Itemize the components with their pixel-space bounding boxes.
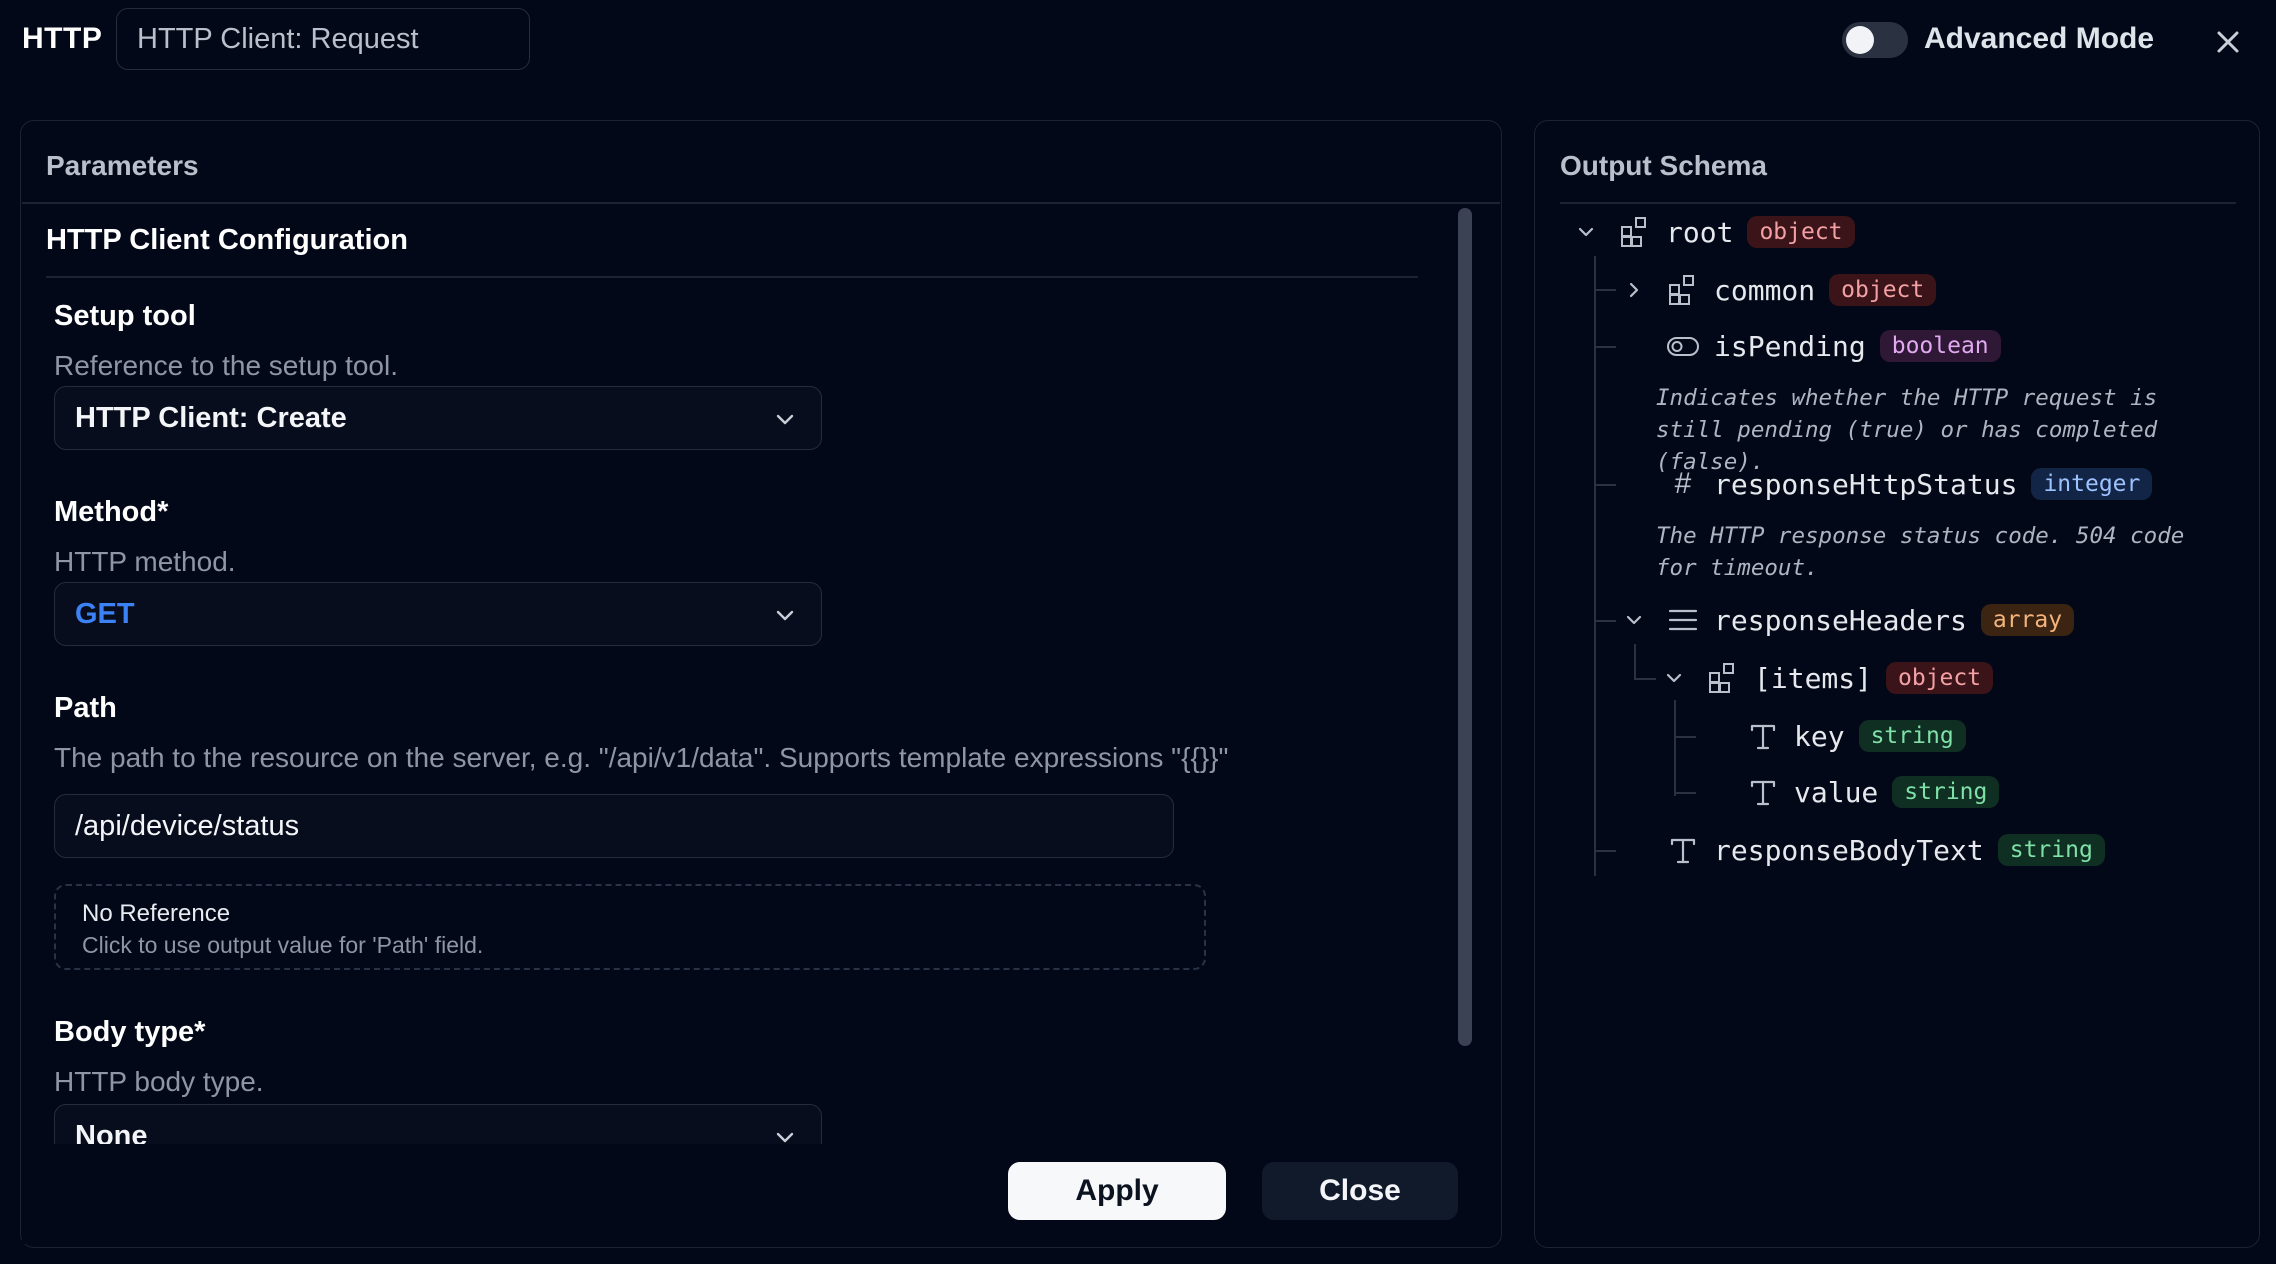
tree-guide [1594,620,1616,622]
node-name-input[interactable] [116,8,530,70]
schema-node-key[interactable]: key string [1746,716,1966,756]
scroll-fade [22,1144,1452,1244]
schema-node-responseheaders[interactable]: responseHeaders array [1622,600,2075,640]
tree-guide [1594,256,1596,876]
node-name: [items] [1754,661,1873,695]
chevron-down-icon[interactable] [1574,220,1598,244]
type-badge: object [1829,274,1937,306]
tree-guide [1674,736,1696,738]
setup-tool-value: HTTP Client: Create [75,402,347,434]
type-badge: string [1997,834,2105,866]
setup-tool-label: Setup tool [54,300,196,332]
divider [46,276,1418,278]
section-title: HTTP Client Configuration [46,224,408,256]
responsehttpstatus-description: The HTTP response status code. 504 code … [1656,523,2185,581]
method-value: GET [75,598,135,630]
type-badge: array [1980,604,2075,636]
node-name: common [1714,273,1816,307]
text-icon [1670,838,1696,864]
parameters-scrollbar[interactable] [1458,208,1472,1046]
tree-guide [1594,346,1616,348]
tree-guide [1594,484,1616,486]
schema-node-responsehttpstatus[interactable]: # responseHttpStatus integer [1666,464,2153,504]
tree-guide [1674,700,1676,796]
body-type-label: Body type* [54,1016,206,1048]
node-name: isPending [1714,329,1866,363]
node-name: responseHeaders [1714,603,1967,637]
schema-node-responsebodytext[interactable]: responseBodyText string [1666,830,2105,870]
close-button[interactable]: Close [1262,1162,1458,1220]
schema-node-value[interactable]: value string [1746,772,2000,812]
chevron-right-icon[interactable] [1622,278,1646,302]
brand-title: HTTP [22,22,103,55]
text-icon [1750,724,1776,750]
object-icon [1621,217,1646,247]
chevron-down-icon[interactable] [1622,608,1646,632]
path-description: The path to the resource on the server, … [54,742,1229,773]
body-type-description: HTTP body type. [54,1066,264,1097]
schema-node-ispending[interactable]: isPending boolean [1666,326,2001,366]
path-input[interactable]: /api/device/status [54,794,1174,858]
setup-tool-description: Reference to the setup tool. [54,350,398,381]
type-badge: object [1747,216,1855,248]
toggle-icon [1667,337,1699,356]
type-badge: integer [2031,468,2153,500]
node-name: key [1794,719,1845,753]
schema-node-items[interactable]: [items] object [1662,658,1994,698]
tree-guide [1634,678,1656,680]
type-badge: string [1892,776,2000,808]
hash-icon: # [1674,467,1692,500]
chevron-down-icon [776,610,794,621]
tree-guide [1594,289,1616,291]
chevron-down-icon[interactable] [1662,666,1686,690]
type-badge: object [1886,662,1994,694]
chevron-down-icon [776,414,794,425]
tree-guide [1594,850,1616,852]
close-icon[interactable] [2208,22,2248,62]
schema-node-common[interactable]: common object [1622,270,1937,310]
method-select[interactable]: GET [54,582,822,646]
node-name: responseBodyText [1714,833,1984,867]
path-label: Path [54,692,117,724]
divider [1560,202,2236,204]
type-badge: boolean [1879,330,2001,362]
schema-node-root[interactable]: root object [1574,212,1855,252]
node-name: root [1666,215,1734,249]
reference-hint: Click to use output value for 'Path' fie… [82,932,484,958]
node-name: value [1794,775,1879,809]
node-name: responseHttpStatus [1714,467,2018,501]
method-description: HTTP method. [54,546,236,577]
apply-button[interactable]: Apply [1008,1162,1226,1220]
advanced-mode-toggle[interactable] [1842,22,1908,58]
method-label: Method* [54,496,169,528]
output-schema-title: Output Schema [1560,150,1767,181]
parameters-title: Parameters [46,150,199,181]
text-icon [1750,780,1776,806]
object-icon [1669,275,1694,305]
list-icon [1668,609,1698,631]
tree-guide [1674,792,1696,794]
object-icon [1709,663,1734,693]
divider [22,202,1500,204]
path-reference-box[interactable]: No Reference Click to use output value f… [54,884,1206,970]
tree-guide [1634,644,1636,680]
setup-tool-select[interactable]: HTTP Client: Create [54,386,822,450]
reference-title: No Reference [82,900,231,927]
type-badge: string [1858,720,1966,752]
toggle-knob [1846,26,1874,54]
advanced-mode-label: Advanced Mode [1924,22,2155,55]
